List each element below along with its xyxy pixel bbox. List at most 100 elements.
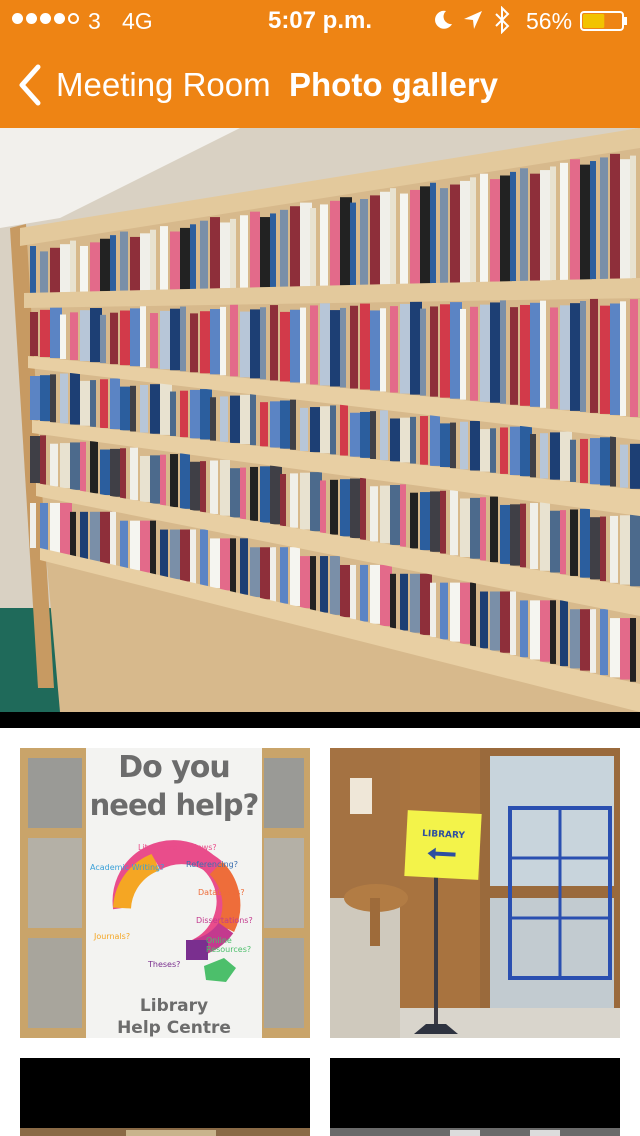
book-spine bbox=[550, 166, 556, 281]
book-spine bbox=[170, 391, 176, 437]
book-spine bbox=[240, 311, 250, 378]
thumbnail-library-sign-doorway[interactable]: LIBRARY bbox=[330, 748, 620, 1038]
thumbnail-library-help-centre[interactable]: Do you need help? Literature Reviews? Ac… bbox=[20, 748, 310, 1038]
book-spine bbox=[240, 467, 246, 520]
book-spine bbox=[230, 304, 238, 377]
thumbnail-3[interactable] bbox=[20, 1058, 310, 1136]
book-spine bbox=[540, 433, 548, 479]
book-spine bbox=[520, 600, 528, 658]
book-spine bbox=[130, 385, 136, 432]
book-spine bbox=[380, 410, 388, 461]
book-spine bbox=[150, 313, 158, 369]
book-spine bbox=[230, 395, 240, 443]
book-spine bbox=[110, 378, 120, 430]
book-spine bbox=[430, 415, 440, 466]
book-spine bbox=[270, 401, 280, 448]
book-spine bbox=[90, 380, 96, 427]
banner-item: Theses? bbox=[148, 960, 181, 969]
book-spine bbox=[80, 310, 90, 362]
book-spine bbox=[630, 443, 640, 489]
book-spine bbox=[110, 511, 116, 566]
book-spine bbox=[410, 189, 420, 284]
book-spine bbox=[250, 547, 260, 598]
book-spine bbox=[420, 308, 426, 396]
book-spine bbox=[350, 202, 356, 286]
book-spine bbox=[630, 299, 638, 417]
chevron-left-icon[interactable] bbox=[16, 63, 44, 107]
book-spine bbox=[510, 591, 516, 656]
book-spine bbox=[80, 511, 88, 560]
book-spine bbox=[360, 303, 370, 390]
book-spine bbox=[450, 184, 460, 283]
book-spine bbox=[340, 479, 350, 537]
book-spine bbox=[30, 312, 38, 356]
book-spine bbox=[280, 311, 290, 382]
book-spine bbox=[180, 390, 188, 438]
book-spine bbox=[290, 547, 300, 606]
book-spine bbox=[450, 422, 456, 469]
book-spine bbox=[230, 218, 236, 289]
thumbnail-4[interactable] bbox=[330, 1058, 620, 1136]
book-spine bbox=[490, 179, 500, 282]
book-spine bbox=[410, 416, 416, 464]
book-spine bbox=[290, 473, 298, 528]
book-spine bbox=[490, 496, 498, 563]
book-spine bbox=[590, 298, 598, 413]
book-spine bbox=[130, 236, 140, 291]
book-spine bbox=[220, 306, 226, 376]
bluetooth-icon bbox=[495, 6, 510, 34]
book-spine bbox=[130, 447, 138, 501]
arrow-left-icon bbox=[427, 847, 456, 860]
book-spine bbox=[90, 441, 98, 494]
book-spine bbox=[60, 314, 66, 360]
book-spine bbox=[590, 609, 596, 673]
book-spine bbox=[30, 503, 36, 548]
book-spine bbox=[160, 454, 166, 506]
book-spine bbox=[150, 520, 156, 575]
book-spine bbox=[100, 379, 108, 429]
book-spine bbox=[590, 438, 600, 485]
book-spine bbox=[410, 492, 418, 549]
book-spine bbox=[590, 161, 596, 280]
book-spine bbox=[480, 173, 488, 282]
book-spine bbox=[440, 304, 450, 398]
book-spine bbox=[420, 416, 428, 465]
book-spine bbox=[330, 479, 338, 535]
book-spine bbox=[440, 490, 446, 554]
book-spine bbox=[510, 171, 516, 282]
banner-heading-line-2: need help? bbox=[89, 788, 260, 822]
back-button[interactable]: Meeting Room bbox=[56, 66, 271, 104]
book-spine bbox=[620, 444, 628, 488]
book-spine bbox=[170, 231, 180, 290]
book-spine bbox=[470, 582, 476, 647]
banner-heading-line-1: Do you bbox=[118, 750, 230, 785]
book-spine bbox=[390, 418, 400, 462]
hero-photo-library-bookshelves[interactable] bbox=[0, 128, 640, 712]
book-spine bbox=[560, 600, 568, 667]
book-spine bbox=[350, 412, 360, 457]
book-spine bbox=[330, 405, 336, 455]
book-spine bbox=[610, 618, 620, 678]
book-spine bbox=[210, 460, 218, 514]
battery-percentage: 56% bbox=[526, 8, 573, 34]
book-spine bbox=[630, 618, 636, 682]
banner-item: Journals? bbox=[94, 932, 131, 941]
book-spine bbox=[150, 384, 160, 434]
book-spine bbox=[620, 301, 626, 416]
book-spine bbox=[320, 204, 328, 286]
book-spine bbox=[240, 215, 248, 288]
book-spine bbox=[340, 307, 346, 388]
book-spine bbox=[310, 305, 318, 385]
book-spine bbox=[260, 307, 266, 380]
book-spine bbox=[570, 159, 580, 280]
book-spine bbox=[150, 229, 156, 291]
book-spine bbox=[610, 153, 620, 279]
book-spine bbox=[490, 591, 500, 651]
book-spine bbox=[90, 242, 100, 292]
book-spine bbox=[630, 514, 640, 587]
book-spine bbox=[510, 426, 520, 476]
book-spine bbox=[190, 224, 196, 290]
book-spine bbox=[600, 516, 606, 582]
book-spine bbox=[560, 510, 566, 575]
book-spine bbox=[70, 240, 76, 293]
